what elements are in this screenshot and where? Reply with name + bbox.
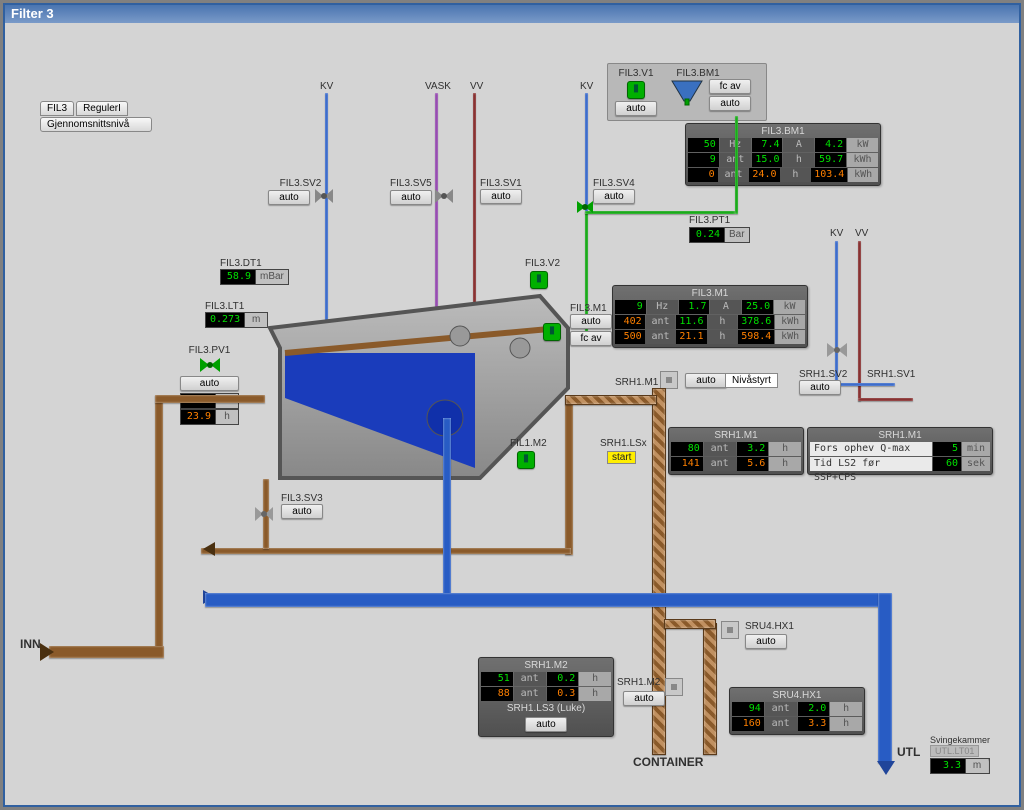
funnel-icon [668, 79, 706, 107]
pv1-auto-button[interactable]: auto [180, 376, 239, 391]
label-m1: FIL3.M1 [570, 303, 612, 314]
arrow-inn [40, 643, 54, 661]
arrow-brown-left [203, 542, 215, 556]
m1-indicator: ▮ [543, 323, 561, 341]
pipe-kv3 [835, 241, 838, 386]
v1-indicator: ▮ [627, 81, 645, 99]
srh2-auto-button[interactable]: auto [525, 717, 567, 732]
readout-pv1-b: 23.9h [180, 409, 239, 425]
sv3-auto-button[interactable]: auto [281, 504, 323, 519]
pipe-green-h [585, 211, 735, 214]
bm1-fc-button[interactable]: fc av [709, 79, 751, 94]
window-title: Filter 3 [5, 5, 1019, 23]
label-v1: FIL3.V1 [611, 68, 661, 79]
label-sv5: FIL3.SV5 [390, 178, 453, 189]
srh1sv2-auto-button[interactable]: auto [799, 380, 841, 395]
fil1m2-indicator: ▮ [517, 451, 535, 469]
pipe-main-blue [205, 593, 891, 607]
label-vv3: VV [855, 228, 868, 239]
label-v2: FIL3.V2 [525, 258, 560, 269]
label-svinge-sub: UTL.LT01 [930, 745, 979, 757]
tab-reguler[interactable]: RegulerI [76, 101, 128, 116]
label-sru4: SRU4.HX1 [745, 621, 794, 632]
panel-srh1m1: SRH1.M1 80ant3.2h 141ant5.6h [668, 427, 804, 475]
srh1m1-led [660, 371, 678, 389]
valve-icon-sv2 [315, 189, 333, 205]
srh1m1-auto-button[interactable]: auto [685, 373, 727, 388]
label-sv4: FIL3.SV4 [593, 178, 635, 189]
label-pt1: FIL3.PT1 [689, 215, 730, 226]
label-utl: UTL [897, 745, 920, 759]
panel-srh2-sub: SRH1.LS3 (Luke) [481, 703, 611, 715]
label-inn: INN [20, 637, 41, 651]
readout-pt1: 0.24Bar [689, 227, 750, 243]
srh1m1-mode: Nivåstyrt [725, 373, 778, 388]
tab-level[interactable]: Gjennomsnittsnivå [40, 117, 152, 132]
label-kv3: KV [830, 228, 843, 239]
label-bm1: FIL3.BM1 [668, 68, 728, 79]
arrow-utl [877, 761, 895, 775]
valve-icon-sv5 [435, 189, 453, 205]
label-vv: VV [470, 81, 483, 92]
sv1-auto-button[interactable]: auto [480, 189, 522, 204]
label-vask: VASK [425, 81, 451, 92]
pipe-vv3 [858, 241, 861, 401]
tab-fil3[interactable]: FIL3 [40, 101, 74, 116]
panel-sru4: SRU4.HX1 94ant2.0h 160ant3.3h [729, 687, 865, 735]
panel-srh1m1-hdr: SRH1.M1 [671, 430, 801, 442]
valve-icon-sv3 [253, 505, 275, 523]
label-sv2: FIL3.SV2 [268, 178, 333, 189]
panel-bm1: FIL3.BM1 50Hz7.4A4.2kW 9ant15.0h59.7kWh … [685, 123, 881, 186]
valve-icon-sv4-green [575, 199, 595, 217]
readout-dt1: 58.9mBar [220, 269, 289, 285]
label-dt1: FIL3.DT1 [220, 258, 289, 269]
label-srh1sv2: SRH1.SV2 [799, 369, 847, 380]
label-fil1m2: FIL1.M2 [510, 438, 547, 449]
label-kv2: KV [580, 81, 593, 92]
panel-sru4-hdr: SRU4.HX1 [732, 690, 862, 702]
label-svinge: Svingekammer [930, 735, 990, 745]
bm1-auto-button[interactable]: auto [709, 96, 751, 111]
panel-srh1m1-right-hdr: SRH1.M1 [810, 430, 990, 442]
readout-lt1: 0.273m [205, 312, 268, 328]
panel-srh2: SRH1.M2 51ant0.2h 88ant0.3h SRH1.LS3 (Lu… [478, 657, 614, 737]
v2-indicator: ▮ [530, 271, 548, 289]
v1-auto-button[interactable]: auto [615, 101, 657, 116]
panel-srh1m1-right: SRH1.M1 Fors ophev Q-max begr5min Tid LS… [807, 427, 993, 475]
label-srh1m2: SRH1.M2 [617, 677, 660, 688]
panel-srh2-hdr: SRH1.M2 [481, 660, 611, 672]
panel-m1-hdr: FIL3.M1 [615, 288, 805, 300]
valve-icon-pv1 [198, 356, 222, 374]
bm1-box: FIL3.V1 FIL3.BM1 ▮ auto fc av auto [607, 63, 767, 121]
sru4-auto-button[interactable]: auto [745, 634, 787, 649]
label-pv1: FIL3.PV1 [180, 345, 239, 356]
panel-bm1-hdr: FIL3.BM1 [688, 126, 878, 138]
label-srh1lsx: SRH1.LSx [600, 438, 647, 449]
sru4-led [721, 621, 739, 639]
srh1m2-auto-button[interactable]: auto [623, 691, 665, 706]
valve-icon-srh1 [825, 341, 849, 359]
label-lt1: FIL3.LT1 [205, 301, 268, 312]
srh1m2-led [665, 678, 683, 696]
pipe-vv3-h [858, 398, 913, 401]
sv4-auto-button[interactable]: auto [593, 189, 635, 204]
pipe-green-up [735, 116, 738, 214]
panel-m1: FIL3.M1 9Hz1.7A25.0kW 402ant11.6h378.6kW… [612, 285, 808, 348]
readout-svinge: 3.3m [930, 758, 990, 774]
label-srh1m1: SRH1.M1 [615, 377, 658, 388]
label-container: CONTAINER [633, 755, 703, 769]
label-sv1: FIL3.SV1 [480, 178, 522, 189]
sv5-auto-button[interactable]: auto [390, 190, 432, 205]
sv2-auto-button[interactable]: auto [268, 190, 310, 205]
pipe-kv2 [585, 93, 588, 213]
m1-auto-button[interactable]: auto [570, 314, 612, 329]
srh1lsx-start: start [607, 451, 636, 464]
label-kv1: KV [320, 81, 333, 92]
m1-fc-button[interactable]: fc av [570, 331, 612, 346]
pipe-hatched-2 [703, 623, 717, 755]
label-sv3: FIL3.SV3 [281, 493, 323, 504]
label-srh1sv1: SRH1.SV1 [867, 369, 915, 380]
